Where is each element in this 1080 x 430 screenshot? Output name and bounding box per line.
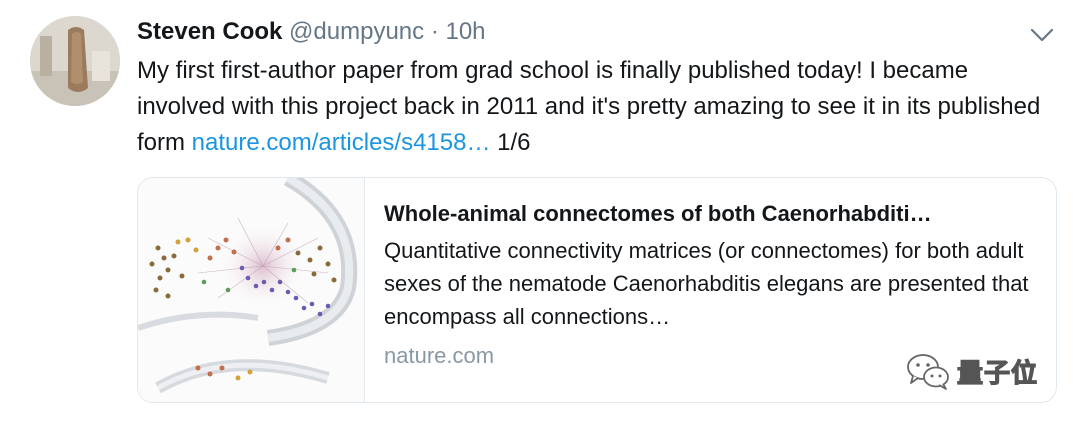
avatar-image [30,16,120,106]
tweet-timestamp[interactable]: 10h [445,18,485,45]
watermark-text: 量子位 [956,358,1039,389]
card-text: Whole-animal connectomes of both Caenorh… [384,198,1044,371]
chevron-down-icon[interactable] [1029,26,1055,44]
avatar[interactable] [30,16,120,106]
thread-counter: 1/6 [490,129,531,156]
wechat-logo-icon [907,354,949,390]
author-handle[interactable]: @dumpyunc [289,18,424,45]
author-name[interactable]: Steven Cook [137,18,282,45]
card-thumbnail [138,178,365,402]
connectome-thumbnail-image [138,178,358,394]
article-link[interactable]: nature.com/articles/s4158… [192,129,491,156]
tweet[interactable]: Steven Cook @dumpyunc · 10h My first fir… [0,0,1080,430]
tweet-text: My first first-author paper from grad sc… [137,53,1057,161]
card-description: Quantitative connectivity matrices (or c… [384,238,1029,329]
header-separator: · [430,18,439,45]
tweet-header: Steven Cook @dumpyunc · 10h [137,17,486,47]
watermark: 量子位 [905,350,1038,392]
card-title[interactable]: Whole-animal connectomes of both Caenorh… [384,198,1044,230]
